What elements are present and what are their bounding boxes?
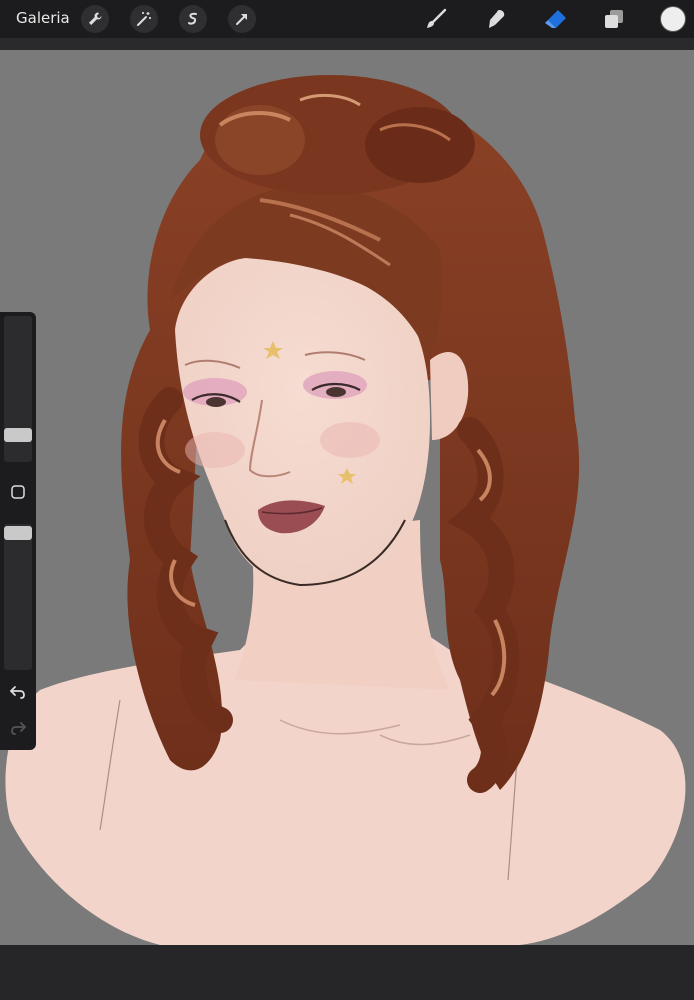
eraser-icon — [545, 10, 566, 28]
undo-button[interactable] — [4, 680, 32, 704]
artwork-portrait — [5, 75, 686, 945]
arrow-transform-icon — [236, 14, 247, 25]
wrench-icon — [89, 12, 102, 25]
color-picker-swatch[interactable] — [660, 6, 686, 32]
toolbar-divider — [0, 38, 694, 50]
top-toolbar: Galeria — [0, 0, 694, 38]
artwork-face — [175, 258, 430, 587]
bottom-bar — [0, 945, 694, 1000]
smudge-button[interactable] — [481, 4, 511, 34]
magic-wand-icon — [137, 12, 151, 26]
actions-button[interactable] — [81, 5, 109, 33]
brush-icon — [427, 8, 447, 28]
transform-button[interactable] — [228, 5, 256, 33]
undo-icon — [10, 686, 25, 699]
brush-size-slider[interactable] — [4, 316, 32, 462]
modify-button[interactable] — [4, 480, 32, 504]
drawing-canvas[interactable] — [0, 50, 694, 945]
selection-icon — [188, 12, 197, 25]
brush-button[interactable] — [421, 4, 451, 34]
redo-icon — [11, 722, 26, 735]
redo-button[interactable] — [4, 716, 32, 740]
opacity-handle[interactable] — [4, 526, 32, 540]
layers-button[interactable] — [599, 4, 629, 34]
adjustments-button[interactable] — [130, 5, 158, 33]
selection-button[interactable] — [179, 5, 207, 33]
opacity-slider[interactable] — [4, 524, 32, 670]
brush-size-handle[interactable] — [4, 428, 32, 442]
smudge-icon — [489, 10, 505, 28]
eraser-button[interactable] — [541, 4, 571, 34]
layers-icon — [605, 10, 623, 28]
modify-square-icon — [11, 485, 25, 499]
gallery-button[interactable]: Galeria — [16, 8, 70, 28]
left-sidebar — [0, 312, 36, 750]
